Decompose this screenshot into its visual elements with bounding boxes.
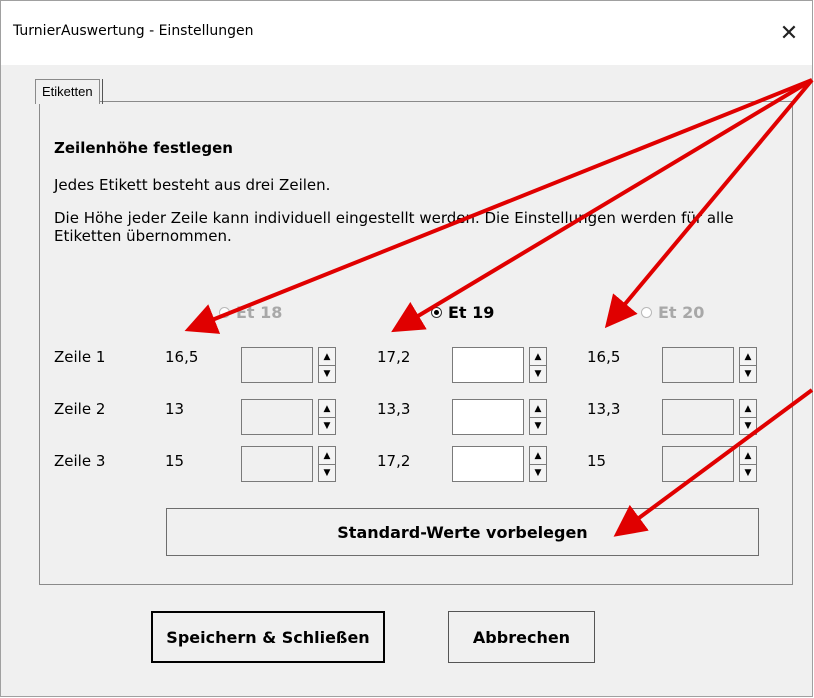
spinner-et18-zeile1[interactable]: ▲ ▼ xyxy=(318,347,336,383)
spin-up-icon[interactable]: ▲ xyxy=(530,400,546,418)
value-et19-zeile1: 17,2 xyxy=(377,348,411,366)
value-et19-zeile3: 17,2 xyxy=(377,452,411,470)
radio-circle[interactable] xyxy=(431,307,442,318)
close-icon[interactable]: ✕ xyxy=(766,15,812,51)
spinner-et18-zeile2[interactable]: ▲ ▼ xyxy=(318,399,336,435)
settings-dialog: TurnierAuswertung - Einstellungen ✕ Etik… xyxy=(0,0,813,697)
spinner-et20-zeile3[interactable]: ▲ ▼ xyxy=(739,446,757,482)
spin-down-icon[interactable]: ▼ xyxy=(319,365,335,382)
spin-up-icon[interactable]: ▲ xyxy=(530,447,546,465)
tab-etiketten[interactable]: Etiketten xyxy=(35,79,103,104)
radio-label: Et 20 xyxy=(658,303,705,322)
spin-down-icon[interactable]: ▼ xyxy=(319,417,335,434)
spin-down-icon[interactable]: ▼ xyxy=(530,464,546,481)
spin-up-icon[interactable]: ▲ xyxy=(319,447,335,465)
standard-values-button[interactable]: Standard-Werte vorbelegen xyxy=(166,508,759,556)
info-paragraph: Die Höhe jeder Zeile kann individuell ei… xyxy=(54,209,734,245)
height-input-et18-zeile2[interactable] xyxy=(241,399,313,435)
section-heading: Zeilenhöhe festlegen xyxy=(54,139,233,157)
spin-down-icon[interactable]: ▼ xyxy=(740,464,756,481)
radio-et18[interactable]: Et 18 xyxy=(219,303,282,322)
info-line: Jedes Etikett besteht aus drei Zeilen. xyxy=(54,176,331,194)
value-et18-zeile2: 13 xyxy=(165,400,185,418)
height-input-et20-zeile2[interactable] xyxy=(662,399,734,435)
spin-up-icon[interactable]: ▲ xyxy=(740,447,756,465)
value-et18-zeile3: 15 xyxy=(165,452,185,470)
radio-circle[interactable] xyxy=(219,307,230,318)
spin-up-icon[interactable]: ▲ xyxy=(740,348,756,366)
height-input-et20-zeile3[interactable] xyxy=(662,446,734,482)
spinner-et18-zeile3[interactable]: ▲ ▼ xyxy=(318,446,336,482)
radio-label: Et 18 xyxy=(236,303,283,322)
height-input-et19-zeile3[interactable] xyxy=(452,446,524,482)
spin-up-icon[interactable]: ▲ xyxy=(319,348,335,366)
height-input-et18-zeile1[interactable] xyxy=(241,347,313,383)
height-input-et20-zeile1[interactable] xyxy=(662,347,734,383)
radio-circle[interactable] xyxy=(641,307,652,318)
spin-up-icon[interactable]: ▲ xyxy=(740,400,756,418)
title-bar: TurnierAuswertung - Einstellungen ✕ xyxy=(1,1,812,65)
spin-down-icon[interactable]: ▼ xyxy=(530,365,546,382)
spinner-et19-zeile2[interactable]: ▲ ▼ xyxy=(529,399,547,435)
spinner-et19-zeile1[interactable]: ▲ ▼ xyxy=(529,347,547,383)
row-label-zeile2: Zeile 2 xyxy=(54,400,106,418)
spin-up-icon[interactable]: ▲ xyxy=(319,400,335,418)
value-et20-zeile3: 15 xyxy=(587,452,607,470)
spin-down-icon[interactable]: ▼ xyxy=(740,417,756,434)
radio-et19[interactable]: Et 19 xyxy=(431,303,494,322)
spin-down-icon[interactable]: ▼ xyxy=(740,365,756,382)
value-et19-zeile2: 13,3 xyxy=(377,400,411,418)
spin-down-icon[interactable]: ▼ xyxy=(319,464,335,481)
save-close-button[interactable]: Speichern & Schließen xyxy=(151,611,385,663)
window-title: TurnierAuswertung - Einstellungen xyxy=(13,23,254,39)
value-et20-zeile1: 16,5 xyxy=(587,348,621,366)
value-et18-zeile1: 16,5 xyxy=(165,348,199,366)
height-input-et18-zeile3[interactable] xyxy=(241,446,313,482)
cancel-button[interactable]: Abbrechen xyxy=(448,611,595,663)
spinner-et20-zeile2[interactable]: ▲ ▼ xyxy=(739,399,757,435)
value-et20-zeile2: 13,3 xyxy=(587,400,621,418)
row-label-zeile3: Zeile 3 xyxy=(54,452,106,470)
spinner-et20-zeile1[interactable]: ▲ ▼ xyxy=(739,347,757,383)
height-input-et19-zeile1[interactable] xyxy=(452,347,524,383)
height-input-et19-zeile2[interactable] xyxy=(452,399,524,435)
spin-down-icon[interactable]: ▼ xyxy=(530,417,546,434)
spin-up-icon[interactable]: ▲ xyxy=(530,348,546,366)
row-label-zeile1: Zeile 1 xyxy=(54,348,106,366)
radio-et20[interactable]: Et 20 xyxy=(641,303,704,322)
spinner-et19-zeile3[interactable]: ▲ ▼ xyxy=(529,446,547,482)
radio-label: Et 19 xyxy=(448,303,495,322)
